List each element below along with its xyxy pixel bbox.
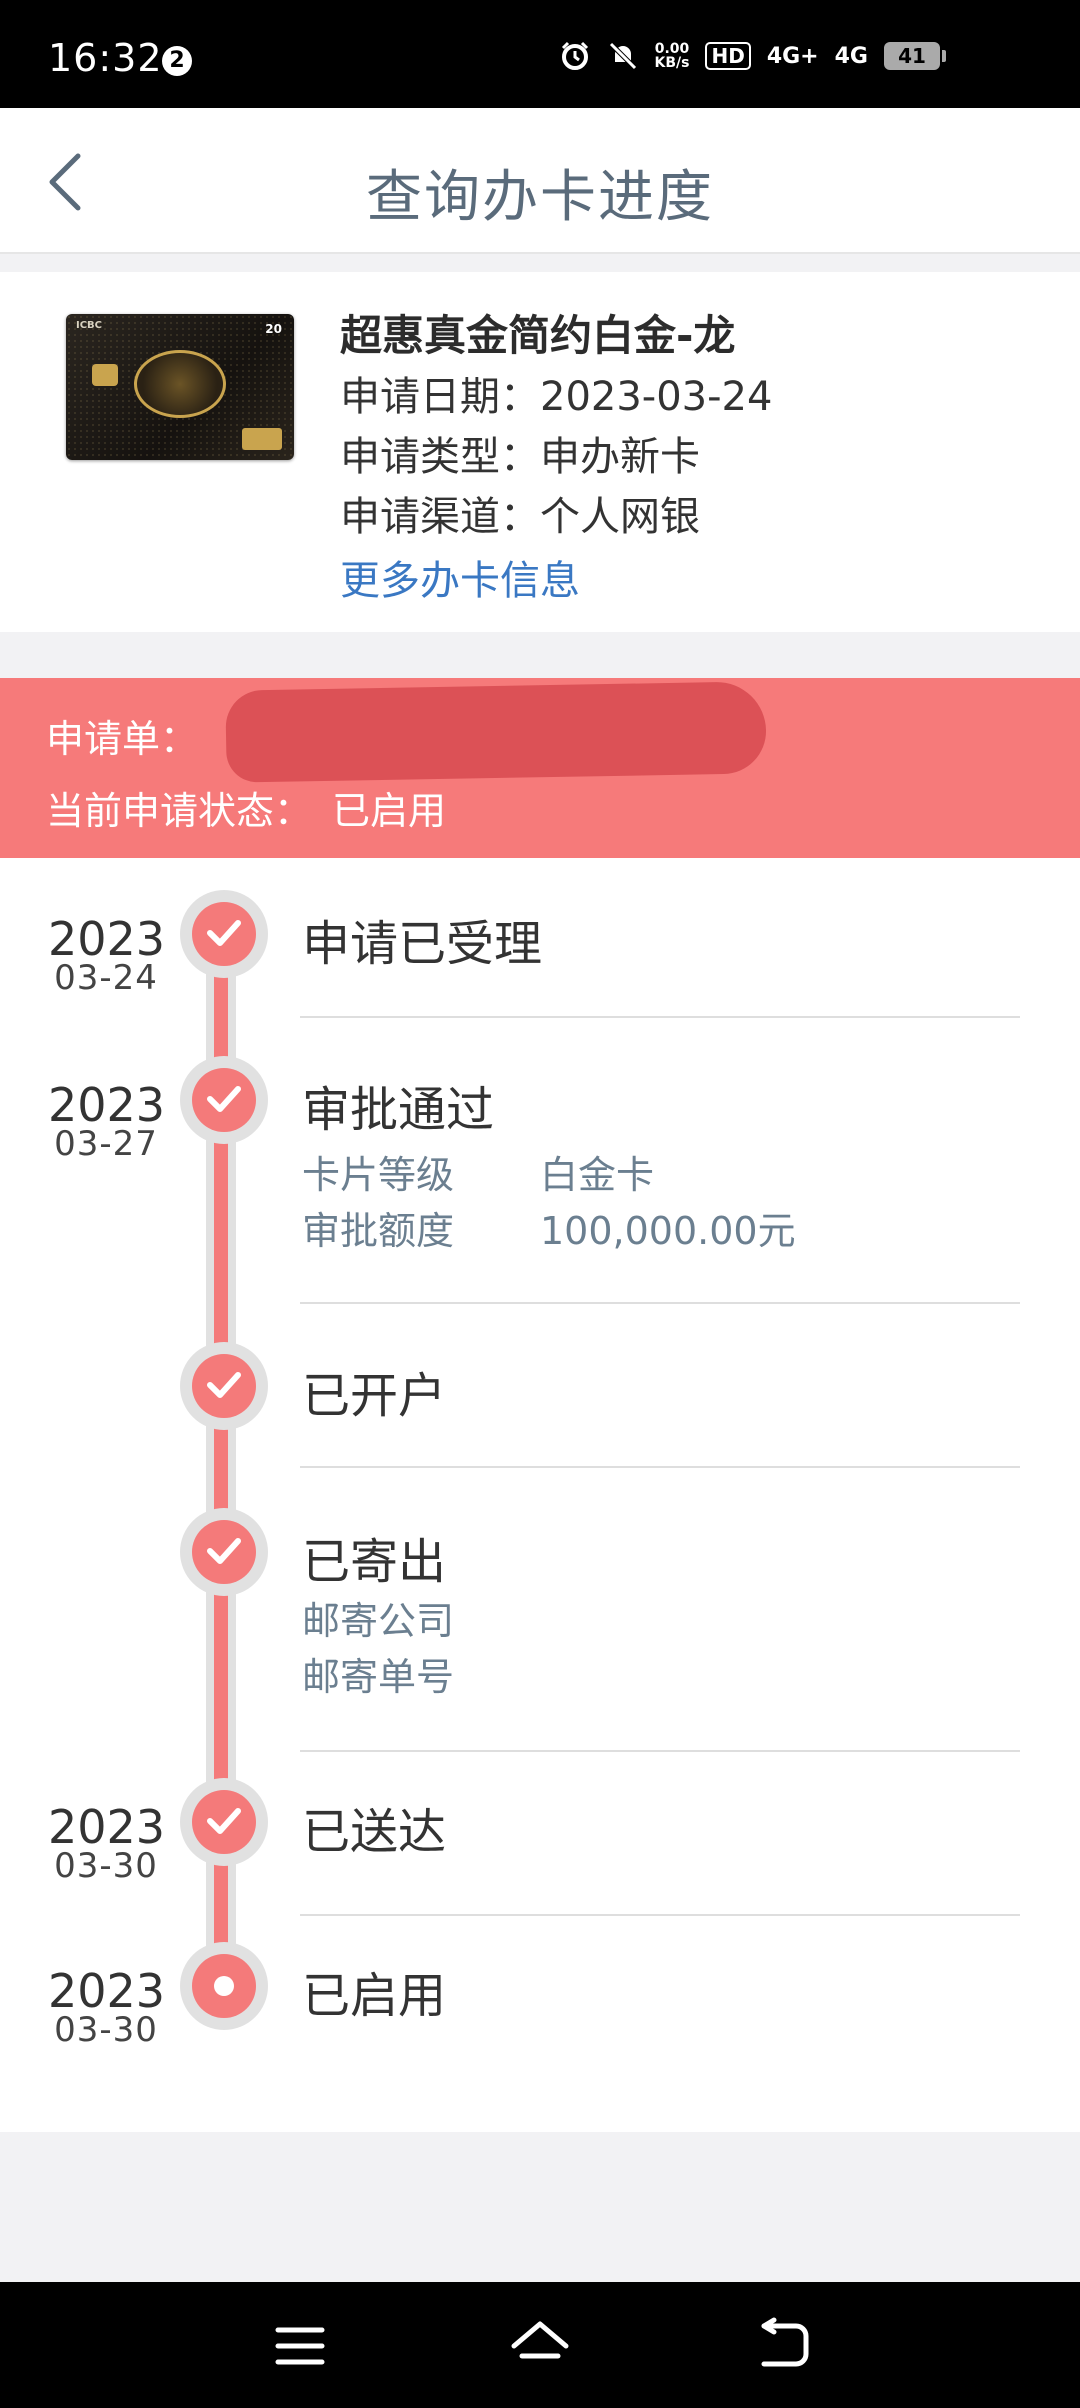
current-status-line: 当前申请状态： 已启用 [46, 780, 446, 835]
card-chip [92, 364, 118, 386]
status-icons: 0.00 KB/s HD 4G+ 4G 41 [559, 40, 946, 72]
home-button[interactable] [508, 2316, 569, 2376]
check-icon [207, 920, 241, 946]
apply-channel: 申请渠道：个人网银 [340, 494, 700, 540]
timeline-node [180, 890, 268, 978]
unionpay-logo [242, 428, 282, 450]
timeline-title: 申请已受理 [302, 916, 543, 972]
system-nav-bar [0, 2282, 1080, 2408]
home-icon [511, 2321, 569, 2359]
timeline-date: 03-30 [54, 1846, 158, 1886]
status-bar: 16:32 2 0.00 KB/s HD 4G+ 4G 41 [0, 0, 1080, 108]
redacted-application-number [225, 681, 767, 783]
menu-icon [275, 2327, 325, 2365]
timeline-node [180, 1056, 268, 1144]
current-dot-icon [214, 1976, 234, 1996]
notification-count-badge: 2 [162, 46, 192, 76]
timeline-node [180, 1778, 268, 1866]
timeline-divider [300, 1466, 1020, 1468]
signal-sim1-icon: 4G+ [766, 43, 819, 69]
timeline-title: 已启用 [302, 1968, 447, 2024]
check-icon [207, 1538, 241, 1564]
return-icon [761, 2317, 809, 2367]
card-name: 超惠真金简约白金-龙 [340, 311, 736, 360]
more-card-info-link[interactable]: 更多办卡信息 [340, 548, 580, 606]
timeline-divider [300, 1302, 1020, 1304]
timeline-divider [300, 1016, 1020, 1018]
status-time: 16:32 [48, 36, 163, 80]
progress-timeline: 2023 03-24 申请已受理 2023 03-27 审批通过 卡片等级 白金… [0, 858, 1080, 2132]
timeline-date: 03-27 [54, 1124, 158, 1164]
alarm-icon [561, 41, 588, 70]
credit-limit-value: 100,000.00元 [540, 1209, 796, 1253]
application-number-label: 申请单： [46, 717, 199, 761]
page-title: 查询办卡进度 [366, 165, 714, 230]
card-level-value: 白金卡 [540, 1153, 655, 1197]
status-banner: 申请单： 当前申请状态： 已启用 [0, 678, 1080, 858]
dragon-emblem [134, 350, 226, 418]
timeline-node [180, 1342, 268, 1430]
net-speed: 0.00 KB/s [654, 41, 690, 71]
timeline-divider [300, 1750, 1020, 1752]
current-status-label: 当前申请状态： [46, 789, 313, 833]
card-brand-logo: ICBC [76, 320, 103, 331]
credit-card-image: ICBC 20 [66, 314, 294, 460]
current-status-value: 已启用 [332, 789, 447, 833]
mute-bell-icon [608, 42, 637, 70]
card-level-label: 卡片等级 [302, 1153, 455, 1197]
back-nav-button[interactable] [752, 2316, 812, 2376]
timeline-date: 03-30 [54, 2010, 158, 2050]
credit-limit-label: 审批额度 [302, 1209, 455, 1253]
header: 查询办卡进度 [0, 108, 1080, 254]
card-info-panel: ICBC 20 超惠真金简约白金-龙 申请日期：2023-03-24 申请类型：… [0, 272, 1080, 632]
courier-company-label: 邮寄公司 [302, 1599, 455, 1643]
tracking-number-label: 邮寄单号 [302, 1655, 455, 1699]
timeline-title: 审批通过 [302, 1082, 495, 1138]
timeline-title: 已寄出 [302, 1534, 447, 1590]
apply-type: 申请类型：申办新卡 [340, 434, 700, 480]
apply-date: 申请日期：2023-03-24 [340, 374, 773, 420]
timeline-current-node [180, 1942, 268, 2030]
signal-sim2-icon: 4G [834, 43, 868, 69]
timeline-divider [300, 1914, 1020, 1916]
hd-icon: HD [705, 42, 751, 70]
check-icon [207, 1086, 241, 1112]
timeline-date: 03-24 [54, 958, 158, 998]
check-icon [207, 1372, 241, 1398]
timeline-title: 已送达 [302, 1804, 447, 1860]
card-badge: 20 [265, 322, 282, 336]
check-icon [207, 1808, 241, 1834]
menu-button[interactable] [270, 2316, 330, 2376]
battery-icon: 41 [884, 42, 946, 70]
timeline-title: 已开户 [302, 1368, 447, 1424]
timeline-node [180, 1508, 268, 1596]
